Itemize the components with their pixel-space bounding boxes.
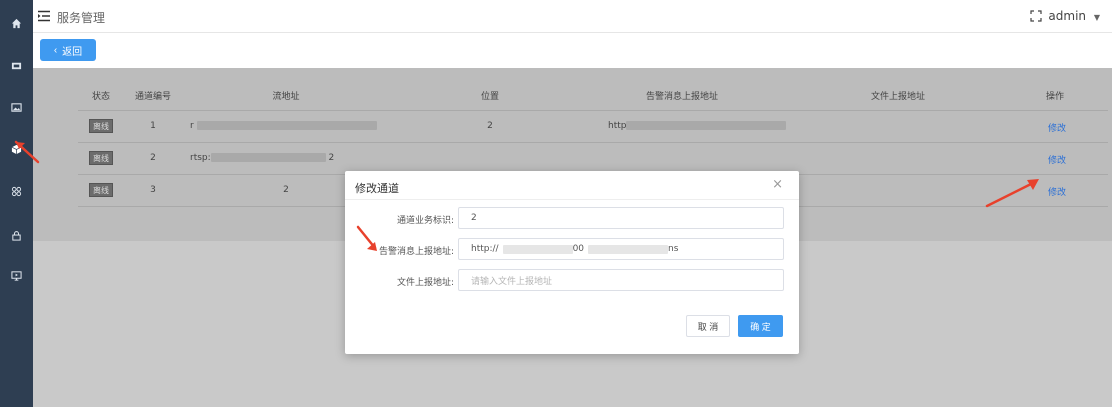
chevron-left-icon: ‹	[53, 44, 58, 56]
status-badge: 离线	[89, 119, 113, 133]
cell-stream-url: rtsp: 2	[190, 153, 335, 163]
sidebar	[0, 0, 33, 407]
cell-stream-url: 2	[283, 185, 289, 195]
status-badge: 离线	[89, 151, 113, 165]
chevron-down-icon: ▼	[1093, 13, 1100, 22]
table-row: 离线 1 r 2 http 修改	[78, 111, 1108, 143]
cell-channel-id: 3	[150, 185, 156, 195]
image-icon[interactable]	[0, 55, 33, 75]
table-header: 状态 通道编号 流地址 位置 告警消息上报地址 文件上报地址 操作	[78, 78, 1108, 111]
user-menu[interactable]: admin ▼	[1048, 9, 1100, 23]
toolbar: ‹ 返回	[33, 33, 1112, 68]
col-position: 位置	[480, 92, 500, 102]
annotation-arrow-icon	[356, 225, 377, 251]
cell-alarm-url: http	[608, 121, 787, 131]
confirm-button[interactable]: 确 定	[738, 315, 783, 337]
business-id-input[interactable]: 2	[458, 207, 784, 229]
cell-stream-url: r	[190, 121, 377, 131]
col-action: 操作	[1045, 92, 1065, 102]
lock-icon[interactable]	[0, 225, 33, 245]
label-business-id: 通道业务标识:	[396, 216, 454, 226]
fullscreen-icon[interactable]	[1030, 10, 1043, 22]
edit-channel-dialog: 修改通道 × 通道业务标识: 2 告警消息上报地址: http:// 00 ns…	[345, 171, 799, 354]
cell-channel-id: 1	[150, 121, 156, 131]
col-channel-id: 通道编号	[134, 92, 172, 102]
top-header: 服务管理 admin ▼	[33, 0, 1112, 33]
header-right: admin ▼	[1030, 9, 1100, 23]
cell-position: 2	[487, 121, 493, 131]
monitor-icon[interactable]	[0, 265, 33, 285]
alarm-url-input[interactable]: http:// 00 ns	[458, 238, 784, 260]
back-button[interactable]: ‹ 返回	[40, 39, 96, 61]
username: admin	[1048, 9, 1087, 23]
annotation-arrow-icon	[985, 179, 1039, 208]
annotation-arrow-icon	[14, 140, 40, 164]
dialog-divider	[345, 199, 799, 200]
page-title: 服务管理	[57, 11, 106, 25]
status-badge: 离线	[89, 183, 113, 197]
col-status: 状态	[91, 92, 111, 102]
edit-link[interactable]: 修改	[1048, 121, 1066, 134]
back-label: 返回	[62, 46, 83, 58]
home-icon[interactable]	[0, 13, 33, 33]
picture-icon[interactable]	[0, 97, 33, 117]
col-stream-url: 流地址	[272, 92, 300, 102]
file-url-input[interactable]: 请输入文件上报地址	[458, 269, 784, 291]
edit-link[interactable]: 修改	[1048, 153, 1066, 166]
col-file-url: 文件上报地址	[870, 92, 926, 102]
close-icon[interactable]: ×	[772, 177, 783, 192]
apps-icon[interactable]	[0, 181, 33, 201]
edit-link[interactable]: 修改	[1048, 185, 1066, 198]
dialog-title: 修改通道	[355, 182, 399, 195]
label-alarm-url: 告警消息上报地址:	[378, 247, 454, 257]
col-alarm-url: 告警消息上报地址	[645, 92, 719, 102]
hamburger-icon[interactable]	[37, 9, 51, 23]
cell-channel-id: 2	[150, 153, 156, 163]
label-file-url: 文件上报地址:	[396, 278, 454, 288]
cancel-button[interactable]: 取 消	[686, 315, 730, 337]
